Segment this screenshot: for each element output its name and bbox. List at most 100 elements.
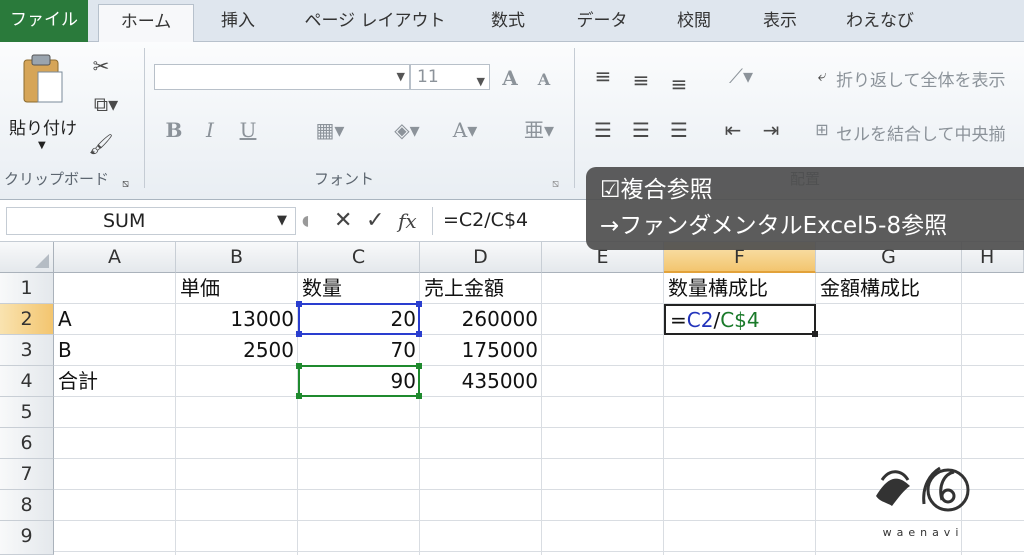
row-header-8[interactable]: 8 — [0, 490, 54, 521]
cell-g1[interactable]: 金額構成比 — [816, 273, 962, 304]
paste-button[interactable]: 貼り付け ▼ — [4, 48, 82, 158]
tab-review[interactable]: 校閲 — [656, 4, 732, 42]
merge-center-button[interactable]: セルを結合して中央揃 — [836, 120, 1006, 145]
enter-icon[interactable]: ✓ — [366, 208, 384, 234]
row-header-2[interactable]: 2 — [0, 304, 54, 335]
align-center-icon[interactable]: ☰ — [628, 118, 654, 142]
copy-icon[interactable]: ⧉▾ — [86, 92, 126, 116]
font-color-icon[interactable]: A▾ — [442, 118, 488, 142]
annotation-overlay: ☑複合参照 →ファンダメンタルExcel5-8参照 — [586, 167, 1024, 250]
dialog-launcher-icon[interactable]: ⧅ — [552, 172, 559, 196]
cell-d4[interactable]: 435000 — [420, 366, 542, 397]
ref-handle — [296, 331, 302, 337]
column-header-d[interactable]: D — [420, 242, 542, 273]
reference-box-c2 — [296, 301, 422, 337]
row-header-6[interactable]: 6 — [0, 428, 54, 459]
align-right-icon[interactable]: ☰ — [666, 118, 692, 142]
font-group-label: フォント — [314, 170, 375, 188]
bold-button[interactable]: B — [162, 118, 186, 142]
align-middle-icon[interactable]: ≡ — [628, 68, 654, 92]
merge-cells-icon[interactable]: ⊞ — [810, 118, 834, 142]
shrink-font-button[interactable]: A — [534, 68, 554, 92]
decrease-indent-icon[interactable]: ⇤ — [720, 118, 746, 142]
ref-handle — [296, 301, 302, 307]
formula-text: =C2/C$4 — [670, 308, 760, 332]
tab-file[interactable]: ファイル — [0, 0, 88, 42]
font-name-select[interactable]: ▼ — [154, 64, 410, 90]
wrap-text-button[interactable]: 折り返して全体を表示 — [836, 66, 1006, 91]
increase-indent-icon[interactable]: ⇥ — [758, 118, 784, 142]
cell-d2[interactable]: 260000 — [420, 304, 542, 335]
column-header-c[interactable]: C — [298, 242, 420, 273]
chevron-down-icon: ▼ — [476, 75, 485, 88]
tab-waenavi[interactable]: わえなび — [830, 4, 930, 42]
dialog-launcher-icon[interactable]: ⧅ — [122, 172, 129, 196]
cell-b2[interactable]: 13000 — [176, 304, 298, 335]
row-header-5[interactable]: 5 — [0, 397, 54, 428]
cell-f1[interactable]: 数量構成比 — [664, 273, 816, 304]
ref-handle — [416, 331, 422, 337]
name-box-value: SUM — [103, 210, 146, 232]
chevron-down-icon: ▼ — [38, 140, 46, 151]
chevron-down-icon[interactable]: ▼ — [277, 208, 287, 234]
name-box[interactable]: SUM ▼ — [6, 207, 296, 235]
tab-data[interactable]: データ — [560, 4, 644, 42]
tab-insert[interactable]: 挿入 — [200, 4, 276, 42]
ref-handle — [416, 363, 422, 369]
logo-text: waenavi — [882, 526, 964, 539]
align-left-icon[interactable]: ☰ — [590, 118, 616, 142]
row-header-4[interactable]: 4 — [0, 366, 54, 397]
fill-handle[interactable] — [812, 331, 818, 337]
column-header-b[interactable]: B — [176, 242, 298, 273]
italic-button[interactable]: I — [198, 118, 222, 142]
row-header-7[interactable]: 7 — [0, 459, 54, 490]
paste-label: 貼り付け — [9, 119, 77, 139]
underline-button[interactable]: U — [236, 118, 260, 142]
annotation-line-1: ☑複合参照 — [600, 177, 713, 203]
chevron-down-icon: ▼ — [396, 70, 405, 83]
clipboard-icon — [23, 54, 63, 103]
cancel-icon[interactable]: ✕ — [334, 208, 352, 234]
fill-color-icon[interactable]: ◈▾ — [384, 118, 430, 142]
font-size-select[interactable]: 11 ▼ — [410, 64, 490, 90]
font-size-value: 11 — [417, 67, 439, 87]
orientation-icon[interactable]: ⟋▾ — [718, 64, 764, 88]
select-all-button[interactable] — [0, 242, 54, 273]
scissors-icon[interactable]: ✂ — [88, 54, 114, 78]
ref-handle — [296, 393, 302, 399]
cell-a2[interactable]: A — [54, 304, 176, 335]
wrap-text-icon[interactable]: ⤶ — [810, 64, 834, 88]
clipboard-group-label: クリップボード — [4, 170, 110, 188]
cell-b3[interactable]: 2500 — [176, 335, 298, 366]
tab-page-layout[interactable]: ページ レイアウト — [290, 4, 460, 42]
waenavi-logo-icon — [876, 466, 970, 512]
borders-icon[interactable]: ▦▾ — [310, 118, 350, 142]
tab-home[interactable]: ホーム — [98, 4, 194, 43]
align-bottom-icon[interactable]: ≡ — [666, 72, 692, 96]
reference-box-c4 — [296, 363, 422, 399]
insert-function-icon[interactable]: fx — [398, 208, 417, 234]
ref-handle — [296, 363, 302, 369]
cell-a4[interactable]: 合計 — [54, 366, 176, 397]
cell-c1[interactable]: 数量 — [298, 273, 420, 304]
cell-d1[interactable]: 売上金額 — [420, 273, 542, 304]
resize-handle-icon[interactable]: ◖ — [302, 208, 309, 234]
tab-view[interactable]: 表示 — [742, 4, 818, 42]
cell-a3[interactable]: B — [54, 335, 176, 366]
phonetic-icon[interactable]: 亜▾ — [516, 118, 562, 142]
annotation-line-2: →ファンダメンタルExcel5-8参照 — [600, 213, 948, 239]
tab-formulas[interactable]: 数式 — [470, 4, 546, 42]
ref-handle — [416, 301, 422, 307]
cell-c3[interactable]: 70 — [298, 335, 420, 366]
format-painter-icon[interactable]: 🖌 — [88, 132, 114, 156]
align-top-icon[interactable]: ≡ — [590, 64, 616, 88]
cell-b1[interactable]: 単価 — [176, 273, 298, 304]
row-header-1[interactable]: 1 — [0, 273, 54, 304]
row-header-3[interactable]: 3 — [0, 335, 54, 366]
select-all-triangle-icon — [35, 254, 49, 268]
cell-d3[interactable]: 175000 — [420, 335, 542, 366]
grow-font-button[interactable]: A — [498, 66, 522, 90]
column-header-a[interactable]: A — [54, 242, 176, 273]
row-header-9[interactable]: 9 — [0, 521, 54, 555]
cell-f2-editing[interactable]: =C2/C$4 — [664, 304, 818, 337]
